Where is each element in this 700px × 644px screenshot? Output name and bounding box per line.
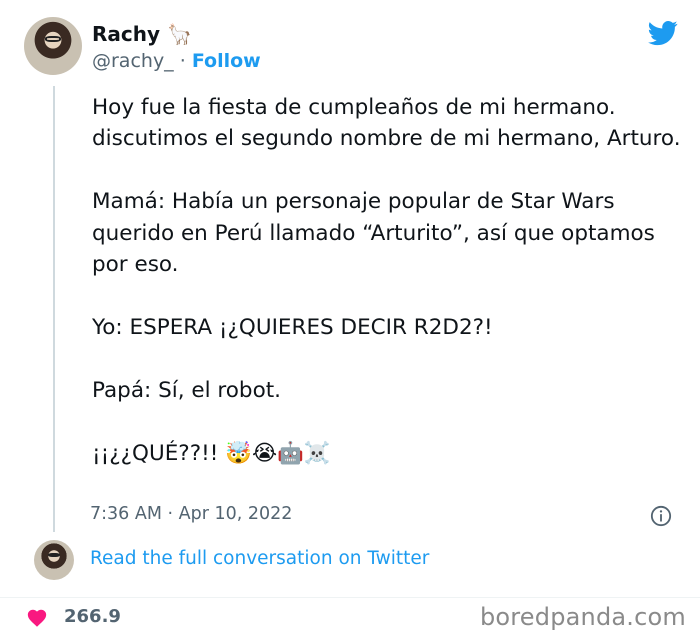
tweet-paragraph: Yo: ESPERA ¡¿QUIERES DECIR R2D2?! — [92, 314, 493, 340]
tweet-paragraph: Hoy fue la fiesta de cumpleaños de mi he… — [92, 95, 681, 152]
tweet-paragraph: Papá: Sí, el robot. — [92, 378, 281, 404]
info-icon[interactable] — [650, 505, 672, 527]
like-count: 266.9 — [64, 606, 121, 627]
watermark: boredpanda.com — [479, 603, 686, 631]
author-handle-row: @rachy_ · Follow — [92, 50, 261, 72]
author-avatar[interactable] — [24, 17, 82, 75]
tweet-paragraph: ¡¡¿¿QUÉ??!! 🤯😭🤖☠️ — [92, 441, 331, 467]
tweet-timestamp[interactable]: 7:36 AM · Apr 10, 2022 — [90, 504, 292, 524]
tweet-text: Hoy fue la fiesta de cumpleaños de mi he… — [92, 92, 682, 469]
avatar-glasses — [48, 553, 60, 558]
tweet-paragraph: Mamá: Había un personaje popular de Star… — [92, 189, 655, 277]
divider — [0, 597, 700, 598]
read-conversation-link[interactable]: Read the full conversation on Twitter — [90, 548, 429, 569]
author-display-name[interactable]: Rachy 🦙 — [92, 22, 192, 46]
twitter-bird-icon[interactable] — [648, 18, 678, 48]
follow-button[interactable]: Follow — [192, 50, 261, 72]
avatar-glasses — [44, 36, 62, 42]
handle-separator: · — [173, 50, 192, 72]
heart-icon[interactable] — [26, 607, 48, 629]
thread-line — [53, 86, 55, 532]
author-handle[interactable]: @rachy_ — [92, 50, 174, 72]
reader-avatar[interactable] — [34, 540, 74, 580]
